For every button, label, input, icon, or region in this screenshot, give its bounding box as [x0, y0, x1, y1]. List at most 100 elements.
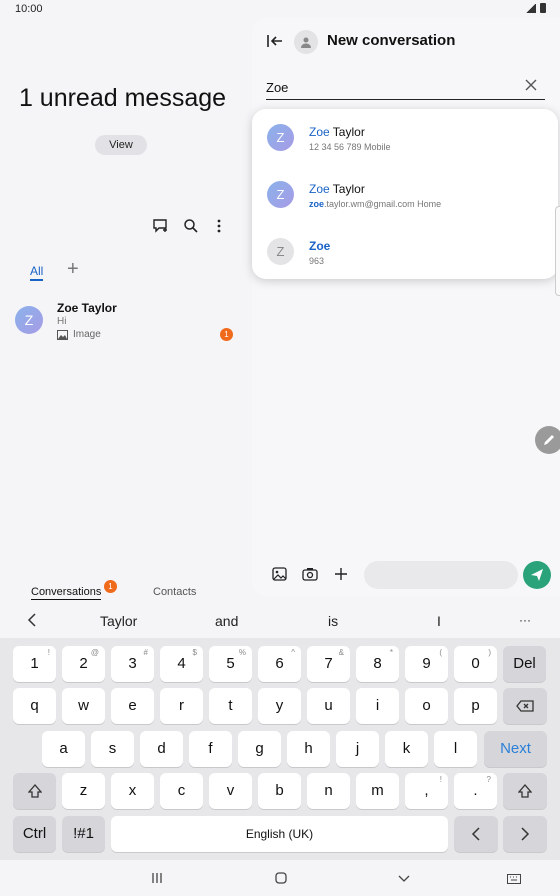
- start-chat-icon[interactable]: [151, 216, 171, 236]
- shift-key-right[interactable]: [503, 773, 547, 809]
- tab-conversations[interactable]: Conversations: [31, 586, 102, 600]
- cursor-right-key[interactable]: [503, 816, 547, 852]
- key-u[interactable]: u: [307, 688, 350, 724]
- cursor-left-key[interactable]: [454, 816, 498, 852]
- home-icon[interactable]: [275, 872, 287, 887]
- key-i[interactable]: i: [356, 688, 399, 724]
- avatar: Z: [15, 306, 43, 334]
- collapse-suggestions-icon[interactable]: [27, 613, 37, 632]
- key-q[interactable]: q: [13, 688, 56, 724]
- recipient-search-input[interactable]: [266, 76, 545, 100]
- conversation-snippet: Hi: [57, 316, 67, 327]
- key-secondary-label: $: [192, 648, 197, 657]
- edit-icon[interactable]: [535, 426, 560, 454]
- key-7[interactable]: 7 &: [307, 646, 350, 682]
- key-4[interactable]: 4 $: [160, 646, 203, 682]
- key-f[interactable]: f: [189, 731, 232, 767]
- word-suggestion[interactable]: is: [328, 613, 338, 629]
- keyboard: 1! 2 @3 #4 $5% 6 ^ 7 & 8 * 9(0) Del q w e rty u i o p asd f g…: [0, 638, 560, 860]
- add-filter-button[interactable]: +: [67, 258, 79, 281]
- detail-rest: .taylor.wm@gmail.com Home: [324, 199, 442, 209]
- key-9[interactable]: 9(: [405, 646, 448, 682]
- key-period[interactable]: .?: [454, 773, 497, 809]
- key-p[interactable]: p: [454, 688, 497, 724]
- status-icons: [526, 3, 546, 13]
- key-comma[interactable]: ,!: [405, 773, 448, 809]
- conversation-name: Zoe Taylor: [57, 301, 117, 315]
- recent-apps-icon[interactable]: [151, 872, 163, 887]
- clear-icon[interactable]: [523, 77, 539, 93]
- key-secondary-label: %: [238, 648, 246, 657]
- key-secondary-label: *: [389, 648, 393, 657]
- key-r[interactable]: r: [160, 688, 203, 724]
- more-options-icon[interactable]: [209, 216, 229, 236]
- key-l[interactable]: l: [434, 731, 477, 767]
- key-g[interactable]: g: [238, 731, 281, 767]
- key-label: e: [128, 697, 137, 714]
- key-t[interactable]: t: [209, 688, 252, 724]
- key-b[interactable]: b: [258, 773, 301, 809]
- key-3[interactable]: 3 #: [111, 646, 154, 682]
- word-suggestion[interactable]: and: [215, 613, 238, 629]
- key-6[interactable]: 6 ^: [258, 646, 301, 682]
- key-1[interactable]: 1!: [13, 646, 56, 682]
- key-v[interactable]: v: [209, 773, 252, 809]
- contact-picker-icon[interactable]: [294, 30, 318, 54]
- shift-key-left[interactable]: [13, 773, 56, 809]
- key-s[interactable]: s: [91, 731, 134, 767]
- key-c[interactable]: c: [160, 773, 203, 809]
- gallery-icon[interactable]: [270, 565, 288, 583]
- word-suggestion[interactable]: I: [437, 613, 441, 629]
- key-w[interactable]: w: [62, 688, 105, 724]
- key-8[interactable]: 8 *: [356, 646, 399, 682]
- key-0[interactable]: 0): [454, 646, 497, 682]
- filter-all-tab[interactable]: All: [30, 264, 44, 281]
- key-label: p: [471, 697, 480, 714]
- key-z[interactable]: z: [62, 773, 105, 809]
- camera-icon[interactable]: [301, 565, 319, 583]
- search-icon[interactable]: [181, 216, 201, 236]
- more-suggestions-icon[interactable]: ···: [519, 613, 531, 627]
- keyboard-toggle-icon[interactable]: [507, 872, 521, 887]
- conversation-item[interactable]: Z Zoe Taylor Hi Image 1: [0, 298, 250, 348]
- message-input[interactable]: [364, 561, 518, 589]
- key-k[interactable]: k: [385, 731, 428, 767]
- view-button[interactable]: View: [95, 135, 147, 155]
- suggestion-item[interactable]: Z Zoe Taylor 12 34 56 789 Mobile: [252, 122, 558, 172]
- send-button[interactable]: [523, 561, 551, 589]
- key-label: k: [402, 740, 411, 757]
- bottom-tabs: Conversations 1 Contacts: [0, 580, 250, 604]
- space-key[interactable]: English (UK): [111, 816, 448, 852]
- key-y[interactable]: y: [258, 688, 301, 724]
- key-5[interactable]: 5%: [209, 646, 252, 682]
- back-icon[interactable]: [266, 33, 284, 49]
- next-key[interactable]: Next: [484, 731, 547, 767]
- key-h[interactable]: h: [287, 731, 330, 767]
- key-j[interactable]: j: [336, 731, 379, 767]
- ctrl-key[interactable]: Ctrl: [13, 816, 56, 852]
- suggestion-item[interactable]: Z Zoe 963: [252, 236, 558, 286]
- key-a[interactable]: a: [42, 731, 85, 767]
- edge-panel-handle[interactable]: [555, 206, 560, 296]
- key-label: u: [324, 697, 333, 714]
- key-e[interactable]: e: [111, 688, 154, 724]
- key-x[interactable]: x: [111, 773, 154, 809]
- key-m[interactable]: m: [356, 773, 399, 809]
- delete-key[interactable]: Del: [503, 646, 546, 682]
- word-suggestion[interactable]: Taylor: [100, 613, 137, 629]
- key-d[interactable]: d: [140, 731, 183, 767]
- symbols-key[interactable]: !#1: [62, 816, 105, 852]
- key-2[interactable]: 2 @: [62, 646, 105, 682]
- suggestion-item[interactable]: Z Zoe Taylor zoe.taylor.wm@gmail.com Hom…: [252, 179, 558, 229]
- key-label: i: [375, 697, 380, 714]
- backspace-key[interactable]: [503, 688, 547, 724]
- add-attachment-icon[interactable]: [332, 565, 350, 583]
- key-label: w: [78, 697, 89, 714]
- battery-icon: [540, 3, 546, 13]
- conversations-badge: 1: [104, 580, 117, 593]
- back-nav-icon[interactable]: [398, 872, 410, 887]
- key-n[interactable]: n: [307, 773, 350, 809]
- key-o[interactable]: o: [405, 688, 448, 724]
- key-label: f: [208, 740, 213, 757]
- tab-contacts[interactable]: Contacts: [153, 586, 196, 598]
